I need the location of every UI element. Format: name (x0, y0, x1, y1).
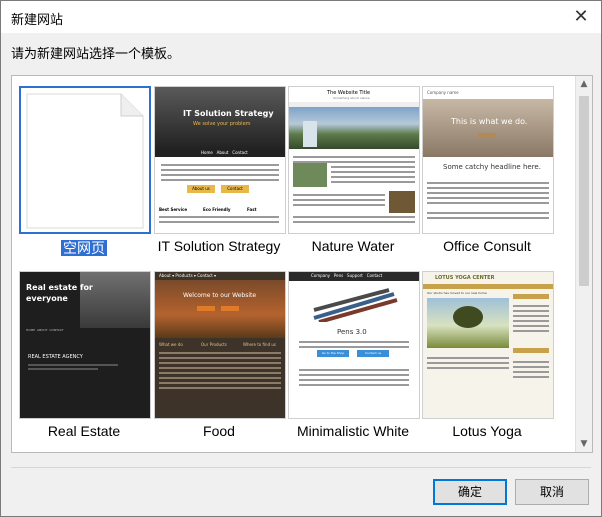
new-website-dialog: 新建网站 ✕ 请为新建网站选择一个模板。 空网页 IT Solution Str… (0, 0, 602, 517)
nav-item: Home (201, 150, 213, 155)
template-thumbnail: Company Pens Support Contact Pens 3.0 Go… (288, 271, 420, 419)
feature-heading: Best Service (159, 207, 188, 212)
contact-button: Contact us (357, 350, 389, 357)
headline: Our studio has moved to our new home (427, 291, 487, 295)
template-label: Minimalistic White (296, 423, 409, 439)
nav-item: HOME (26, 328, 36, 332)
nav-item: Support (347, 273, 363, 278)
nav-bar: About ▾ Products ▾ Contact ▾ (159, 273, 217, 278)
about-button: About us (187, 185, 215, 193)
template-label: Office Consult (443, 238, 531, 254)
nav-item: Company (311, 273, 331, 278)
column-heading: Our Products (201, 342, 227, 347)
hero-title: Welcome to our Website (183, 292, 257, 299)
nav-item: About (216, 150, 229, 155)
template-label: IT Solution Strategy (157, 238, 281, 254)
template-thumbnail: Real estate for everyone HOME ABOUT CONT… (19, 271, 151, 419)
cancel-button[interactable]: 取消 (515, 479, 589, 505)
pens-image (313, 288, 398, 322)
dialog-title: 新建网站 (11, 13, 64, 28)
shop-button: Go to the Shop (317, 350, 349, 357)
company-name: Company name (427, 90, 459, 95)
nav-item: Pens (333, 273, 344, 278)
hero-title: Real estate for everyone (26, 283, 93, 303)
vertical-scrollbar[interactable]: ▲ ▼ (575, 76, 592, 452)
template-thumbnail: About ▾ Products ▾ Contact ▾ Welcome to … (154, 271, 286, 419)
headline: Some catchy headline here. (443, 163, 541, 171)
site-subtitle: Something about nature (333, 96, 370, 100)
template-thumbnail (19, 86, 151, 234)
nav-item: Contact (232, 150, 248, 155)
template-thumbnail: Company name This is what we do. Some ca… (422, 86, 554, 234)
template-label: 空网页 (61, 240, 107, 256)
agency-title: REAL ESTATE AGENCY (28, 354, 83, 360)
feature-heading: Fast (247, 207, 257, 212)
product-title: Pens 3.0 (337, 328, 367, 336)
close-icon[interactable]: ✕ (569, 5, 593, 29)
title-bar: 新建网站 ✕ (1, 1, 601, 33)
nav-item: CONTACT (49, 328, 64, 332)
divider (11, 467, 591, 468)
hero-text: This is what we do. (451, 117, 528, 126)
column-heading: Where to find us (243, 342, 277, 347)
template-thumbnail: LOTUS YOGA CENTER Our studio has moved t… (422, 271, 554, 419)
hero-title: IT Solution Strategy (183, 109, 274, 118)
template-label: Food (203, 423, 235, 439)
template-thumbnail: IT Solution Strategy We solve your probl… (154, 86, 286, 234)
feature-heading: Eco Friendly (203, 207, 231, 212)
instruction-text: 请为新建网站选择一个模板。 (11, 47, 181, 62)
template-thumbnail: The Website Title Something about nature (288, 86, 420, 234)
blank-page-icon (26, 93, 144, 229)
template-label: Real Estate (47, 423, 121, 439)
contact-button: Contact (221, 185, 249, 193)
nav-item: Contact (366, 273, 383, 278)
column-heading: What we do (159, 342, 183, 347)
brand-name: LOTUS YOGA CENTER (435, 275, 495, 281)
template-label: Lotus Yoga (452, 423, 522, 439)
template-gallery: 空网页 IT Solution Strategy We solve your p… (11, 75, 593, 453)
hero-subtitle: We solve your problem (193, 121, 251, 127)
template-label: Nature Water (311, 238, 395, 254)
scroll-down-icon[interactable]: ▼ (576, 436, 592, 452)
scrollbar-thumb[interactable] (579, 96, 589, 286)
scroll-up-icon[interactable]: ▲ (576, 76, 592, 92)
nav-item: ABOUT (37, 328, 48, 332)
ok-button[interactable]: 确定 (433, 479, 507, 505)
